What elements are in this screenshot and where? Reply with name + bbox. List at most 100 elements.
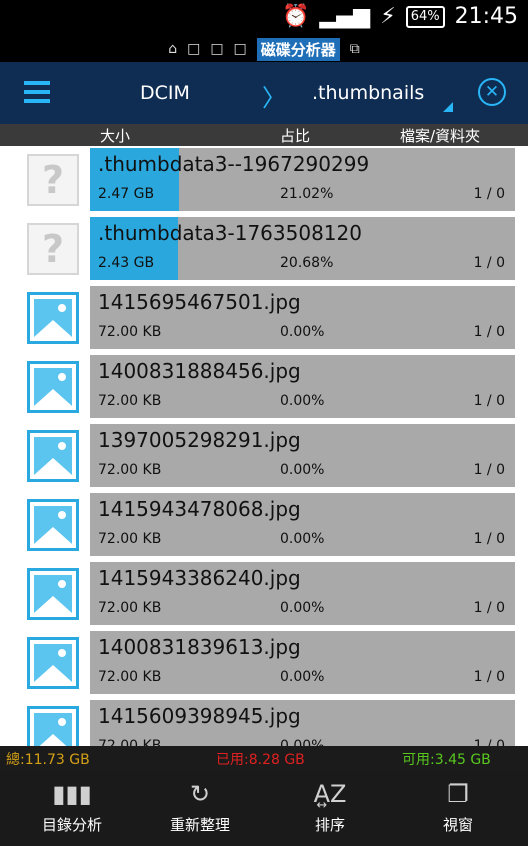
file-size: 72.00 KB [98, 531, 162, 547]
usage-bar: 1397005298291.jpg 72.00 KB 0.00% 1 / 0 [90, 424, 515, 487]
file-count: 1 / 0 [473, 462, 505, 478]
square-icon: □ [210, 41, 224, 57]
file-name: .thumbdata3--1967290299 [98, 152, 370, 176]
file-percent: 0.00% [280, 462, 325, 478]
alarm-icon: ⏰ [282, 4, 310, 29]
usage-bar: 1415943386240.jpg 72.00 KB 0.00% 1 / 0 [90, 562, 515, 625]
list-item[interactable]: 1415695467501.jpg 72.00 KB 0.00% 1 / 0 [0, 284, 528, 353]
list-item[interactable]: 1397005298291.jpg 72.00 KB 0.00% 1 / 0 [0, 422, 528, 491]
list-item[interactable]: ? .thumbdata3--1967290299 2.47 GB 21.02% 1 /… [0, 146, 528, 215]
file-percent: 0.00% [280, 600, 325, 616]
list-item[interactable]: 1415943386240.jpg 72.00 KB 0.00% 1 / 0 [0, 560, 528, 629]
free-storage: 可用:3.45 GB [402, 752, 491, 768]
image-file-icon [27, 568, 79, 620]
file-name: 1400831888456.jpg [98, 359, 301, 383]
file-count: 1 / 0 [473, 600, 505, 616]
column-ratio: 占比 [280, 127, 311, 145]
nav-sort[interactable]: A͍Z 排序 [264, 770, 396, 846]
clock: 21:45 [454, 4, 518, 29]
file-name: 1397005298291.jpg [98, 428, 301, 452]
column-header: 大小 占比 檔案/資料夾 [0, 124, 528, 146]
bar-chart-icon: ▮▮▮ [52, 780, 92, 808]
nav-window[interactable]: ❐ 視窗 [392, 770, 524, 846]
nav-directory-analysis[interactable]: ▮▮▮ 目錄分析 [6, 770, 138, 846]
file-percent: 20.68% [280, 255, 334, 271]
list-item[interactable]: 1415943478068.jpg 72.00 KB 0.00% 1 / 0 [0, 491, 528, 560]
window-icon: ❐ [447, 780, 469, 808]
list-item[interactable]: 1400831888456.jpg 72.00 KB 0.00% 1 / 0 [0, 353, 528, 422]
sort-az-icon: A͍Z [313, 780, 347, 808]
used-storage: 已用:8.28 GB [216, 752, 305, 768]
usage-bar: 1400831888456.jpg 72.00 KB 0.00% 1 / 0 [90, 355, 515, 418]
file-size: 72.00 KB [98, 600, 162, 616]
file-count: 1 / 0 [473, 186, 505, 202]
menu-icon[interactable] [24, 81, 50, 103]
file-count: 1 / 0 [473, 324, 505, 340]
usage-bar: .thumbdata3-1763508120 2.43 GB 20.68% 1 / 0 [90, 217, 515, 280]
file-name: 1400831839613.jpg [98, 635, 301, 659]
list-item[interactable]: 1400831839613.jpg 72.00 KB 0.00% 1 / 0 [0, 629, 528, 698]
file-name: 1415943478068.jpg [98, 497, 301, 521]
file-name: .thumbdata3-1763508120 [98, 221, 362, 245]
file-percent: 0.00% [280, 738, 325, 746]
square-icon: □ [233, 41, 247, 57]
square-icon: □ [187, 41, 201, 57]
list-item[interactable]: ? .thumbdata3-1763508120 2.43 GB 20.68% 1 / … [0, 215, 528, 284]
usage-bar: 1415695467501.jpg 72.00 KB 0.00% 1 / 0 [90, 286, 515, 349]
notification-app-chip: 磁碟分析器 [256, 37, 340, 61]
breadcrumb-current[interactable]: .thumbnails [312, 82, 424, 104]
file-percent: 21.02% [280, 186, 334, 202]
file-percent: 0.00% [280, 324, 325, 340]
usage-bar: 1415943478068.jpg 72.00 KB 0.00% 1 / 0 [90, 493, 515, 556]
file-size: 72.00 KB [98, 324, 162, 340]
image-file-icon [27, 499, 79, 551]
list-item[interactable]: 1415609398945.jpg 72.00 KB 0.00% 1 / 0 [0, 698, 528, 746]
file-name: 1415609398945.jpg [98, 704, 301, 728]
charging-icon: ⚡ [380, 4, 396, 29]
file-size: 72.00 KB [98, 669, 162, 685]
image-file-icon [27, 706, 79, 746]
usage-bar: 1400831839613.jpg 72.00 KB 0.00% 1 / 0 [90, 631, 515, 694]
file-percent: 0.00% [280, 393, 325, 409]
file-count: 1 / 0 [473, 669, 505, 685]
refresh-icon: ↻ [189, 780, 211, 808]
chevron-right-icon: 〉 [262, 84, 286, 112]
column-files: 檔案/資料夾 [400, 127, 481, 145]
usage-bar: 1415609398945.jpg 72.00 KB 0.00% 1 / 0 [90, 700, 515, 746]
app-toolbar: DCIM 〉 .thumbnails ✕ [0, 62, 528, 124]
home-icon: ⌂ [168, 41, 178, 57]
file-size: 72.00 KB [98, 393, 162, 409]
image-file-icon [27, 292, 79, 344]
file-count: 1 / 0 [473, 531, 505, 547]
nav-refresh[interactable]: ↻ 重新整理 [134, 770, 266, 846]
file-name: 1415943386240.jpg [98, 566, 301, 590]
status-bar: ⏰ ▂▄▆ ⚡ 64% 21:45 [0, 0, 528, 36]
unknown-file-icon: ? [27, 154, 79, 206]
signal-icon: ▂▄▆ [319, 4, 371, 29]
image-file-icon [27, 637, 79, 689]
window-small-icon: ⧉ [349, 41, 360, 57]
bottom-navigation: ▮▮▮ 目錄分析 ↻ 重新整理 A͍Z 排序 ❐ 視窗 [0, 770, 528, 846]
total-storage: 總:11.73 GB [6, 752, 90, 768]
unknown-file-icon: ? [27, 223, 79, 275]
file-count: 1 / 0 [473, 738, 505, 746]
file-count: 1 / 0 [473, 255, 505, 271]
usage-bar: .thumbdata3--1967290299 2.47 GB 21.02% 1 / … [90, 148, 515, 211]
storage-totals: 總:11.73 GB 已用:8.28 GB 可用:3.45 GB [0, 746, 528, 770]
close-icon[interactable]: ✕ [478, 78, 506, 106]
file-count: 1 / 0 [473, 393, 505, 409]
file-percent: 0.00% [280, 669, 325, 685]
dropdown-corner-icon[interactable] [443, 102, 453, 112]
battery-level: 64% [405, 5, 445, 28]
file-name: 1415695467501.jpg [98, 290, 301, 314]
file-size: 2.43 GB [98, 255, 155, 271]
image-file-icon [27, 430, 79, 482]
file-list[interactable]: ? .thumbdata3--1967290299 2.47 GB 21.02% 1 /… [0, 146, 528, 746]
file-size: 2.47 GB [98, 186, 155, 202]
file-size: 72.00 KB [98, 462, 162, 478]
file-size: 72.00 KB [98, 738, 162, 746]
breadcrumb-parent[interactable]: DCIM [140, 82, 190, 104]
notification-bar: ⌂ □ □ □ 磁碟分析器 ⧉ [0, 36, 528, 62]
column-size: 大小 [100, 127, 131, 145]
image-file-icon [27, 361, 79, 413]
